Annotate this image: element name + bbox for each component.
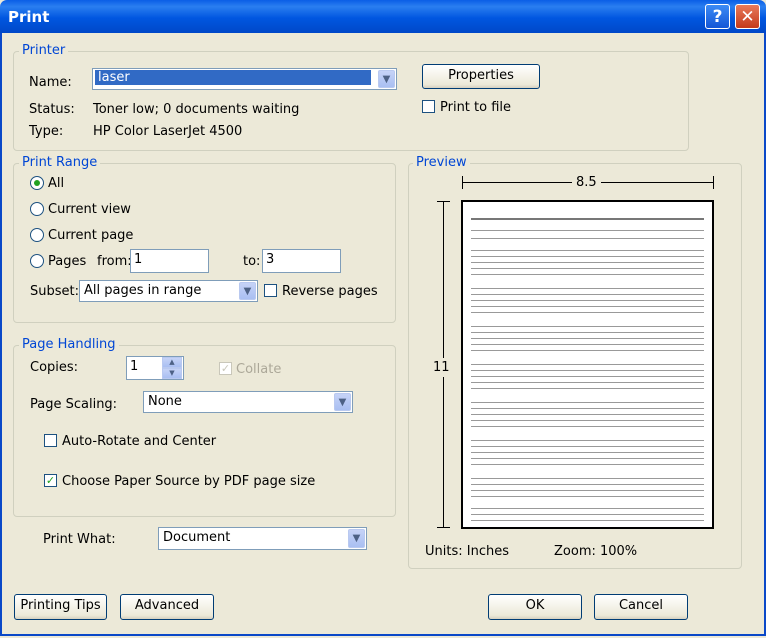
- properties-button[interactable]: Properties: [422, 64, 540, 89]
- radio-pages[interactable]: [30, 254, 44, 268]
- copies-stepper[interactable]: ▲ ▼: [162, 357, 182, 379]
- printing-tips-button[interactable]: Printing Tips: [14, 594, 107, 620]
- auto-rotate-label: Auto-Rotate and Center: [62, 434, 217, 449]
- reverse-pages-label: Reverse pages: [282, 284, 378, 299]
- reverse-pages-checkbox[interactable]: [264, 284, 277, 297]
- advanced-button[interactable]: Advanced: [120, 594, 214, 620]
- radio-all-label: All: [48, 176, 65, 191]
- radio-current-view[interactable]: [30, 202, 44, 216]
- preview-page: [461, 200, 714, 529]
- radio-current-view-label: Current view: [48, 202, 131, 217]
- printer-name-value: laser: [95, 70, 371, 85]
- collate-checkbox: ✓: [219, 362, 232, 375]
- chevron-down-icon: ▼: [348, 529, 365, 548]
- subset-value: All pages in range: [84, 283, 202, 298]
- print-to-file-checkbox[interactable]: [422, 100, 435, 113]
- preview-zoom: Zoom: 100%: [554, 544, 638, 559]
- width-dimension-tick-right: [713, 176, 714, 189]
- page-scaling-select[interactable]: None ▼: [143, 391, 353, 413]
- height-dimension-label: 11: [433, 358, 450, 377]
- radio-current-page-label: Current page: [48, 228, 134, 243]
- print-to-file-label: Print to file: [440, 100, 512, 115]
- printer-name-select[interactable]: laser ▼: [92, 68, 397, 90]
- choose-paper-source-label: Choose Paper Source by PDF page size: [62, 474, 316, 489]
- radio-all[interactable]: [30, 176, 44, 190]
- chevron-down-icon: ▼: [239, 282, 256, 300]
- preview-group-label: Preview: [413, 155, 470, 170]
- radio-current-page[interactable]: [30, 228, 44, 242]
- print-what-select[interactable]: Document ▼: [158, 527, 367, 550]
- collate-label: Collate: [236, 362, 282, 377]
- from-label: from:: [97, 254, 132, 269]
- preview-units: Units: Inches: [425, 544, 509, 559]
- type-value: HP Color LaserJet 4500: [93, 124, 243, 139]
- choose-paper-source-checkbox[interactable]: ✓: [44, 474, 57, 487]
- subset-select[interactable]: All pages in range ▼: [79, 280, 258, 302]
- height-dimension-tick-top: [437, 201, 450, 202]
- copies-label: Copies:: [30, 360, 79, 375]
- subset-label: Subset:: [30, 284, 79, 299]
- print-range-group-label: Print Range: [19, 155, 101, 170]
- auto-rotate-checkbox[interactable]: [44, 434, 57, 447]
- chevron-down-icon[interactable]: ▼: [162, 368, 182, 379]
- status-label: Status:: [29, 102, 75, 117]
- height-dimension-tick-bottom: [437, 527, 450, 528]
- width-dimension-tick-left: [462, 176, 463, 189]
- help-button[interactable]: ?: [705, 4, 730, 29]
- window-title: Print: [8, 8, 50, 26]
- ok-button[interactable]: OK: [488, 594, 582, 620]
- from-input[interactable]: 1: [130, 249, 209, 273]
- page-handling-group-label: Page Handling: [19, 337, 119, 352]
- page-scaling-label: Page Scaling:: [30, 397, 118, 412]
- printer-name-label: Name:: [29, 75, 72, 90]
- chevron-down-icon: ▼: [334, 393, 351, 411]
- print-what-label: Print What:: [43, 532, 116, 547]
- cancel-button[interactable]: Cancel: [594, 594, 688, 620]
- printer-group-label: Printer: [19, 43, 69, 58]
- width-dimension-label: 8.5: [572, 175, 601, 190]
- to-input[interactable]: 3: [262, 249, 341, 273]
- status-value: Toner low; 0 documents waiting: [93, 102, 300, 117]
- radio-pages-label: Pages: [48, 254, 87, 269]
- close-button[interactable]: ✕: [735, 4, 760, 29]
- page-scaling-value: None: [148, 394, 182, 409]
- to-label: to:: [243, 254, 261, 269]
- title-bar: Print ? ✕: [0, 0, 766, 33]
- print-what-value: Document: [163, 530, 231, 545]
- chevron-up-icon[interactable]: ▲: [162, 357, 182, 368]
- chevron-down-icon: ▼: [378, 70, 395, 88]
- type-label: Type:: [29, 124, 64, 139]
